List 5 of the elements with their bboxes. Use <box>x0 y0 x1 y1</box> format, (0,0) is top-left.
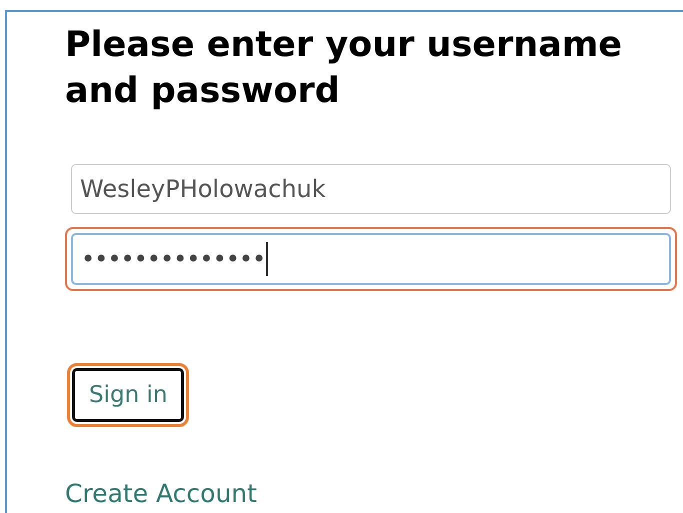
create-account-link[interactable]: Create Account <box>65 479 683 508</box>
password-field[interactable]: •••••••••••••• <box>71 233 671 285</box>
sign-in-button[interactable]: Sign in <box>72 368 184 422</box>
username-field[interactable]: WesleyPHolowachuk <box>71 164 671 214</box>
login-heading: Please enter your username and password <box>65 24 624 113</box>
